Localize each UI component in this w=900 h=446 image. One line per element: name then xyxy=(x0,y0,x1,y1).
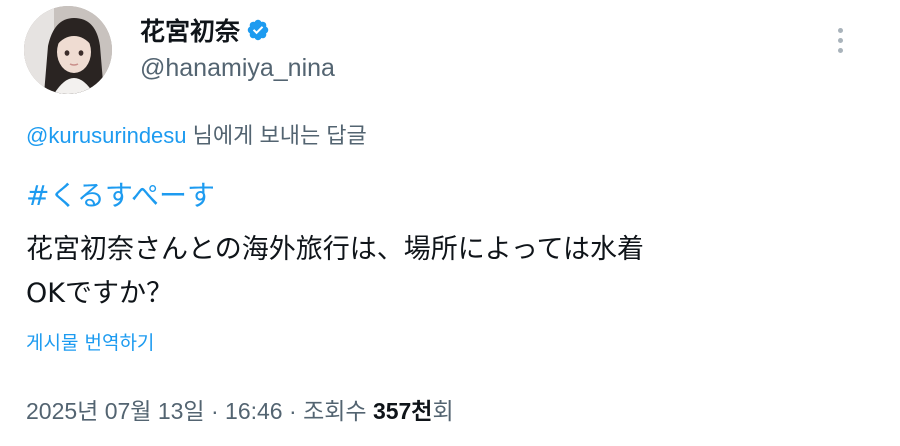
views-label: 조회수 xyxy=(303,398,373,424)
reply-mention-link[interactable]: @kurusurindesu xyxy=(26,123,187,148)
display-name-row: 花宮初奈 xyxy=(140,12,335,48)
hashtag-link[interactable]: #くるすぺーす xyxy=(26,174,215,214)
author-names: 花宮初奈 @hanamiya_nina xyxy=(140,12,335,92)
meta-separator: · xyxy=(282,398,304,424)
reply-context-suffix: 님에게 보내는 답글 xyxy=(186,123,367,148)
post-date[interactable]: 2025년 07월 13일 xyxy=(26,398,205,424)
reply-context: @kurusurindesu 님에게 보내는 답글 xyxy=(26,118,367,150)
author-handle[interactable]: @hanamiya_nina xyxy=(140,54,335,83)
tweet-text-line: 花宮初奈さんとの海外旅行は、場所によっては水着 xyxy=(26,234,645,265)
verified-badge-icon xyxy=(246,18,270,42)
translate-post-link[interactable]: 게시물 번역하기 xyxy=(26,328,154,355)
tweet-meta: 2025년 07월 13일 · 16:46 · 조회수 357천회 xyxy=(26,392,454,426)
avatar-photo xyxy=(24,6,112,94)
tweet-card: 花宮初奈 @hanamiya_nina @kurusurindesu 님에게 보… xyxy=(0,0,900,446)
more-options-button[interactable] xyxy=(828,28,852,64)
views-suffix: 회 xyxy=(432,398,454,424)
display-name[interactable]: 花宮初奈 xyxy=(140,12,240,48)
tweet-header: 花宮初奈 @hanamiya_nina xyxy=(24,6,876,94)
tweet-text: 花宮初奈さんとの海外旅行は、場所によっては水着 OKですか？ xyxy=(26,228,856,316)
more-vertical-icon xyxy=(828,28,852,53)
post-time[interactable]: 16:46 xyxy=(225,398,283,424)
avatar[interactable] xyxy=(24,6,112,94)
meta-separator: · xyxy=(204,398,226,424)
views-count[interactable]: 357천 xyxy=(373,398,433,424)
tweet-text-line: OKですか？ xyxy=(26,278,173,309)
